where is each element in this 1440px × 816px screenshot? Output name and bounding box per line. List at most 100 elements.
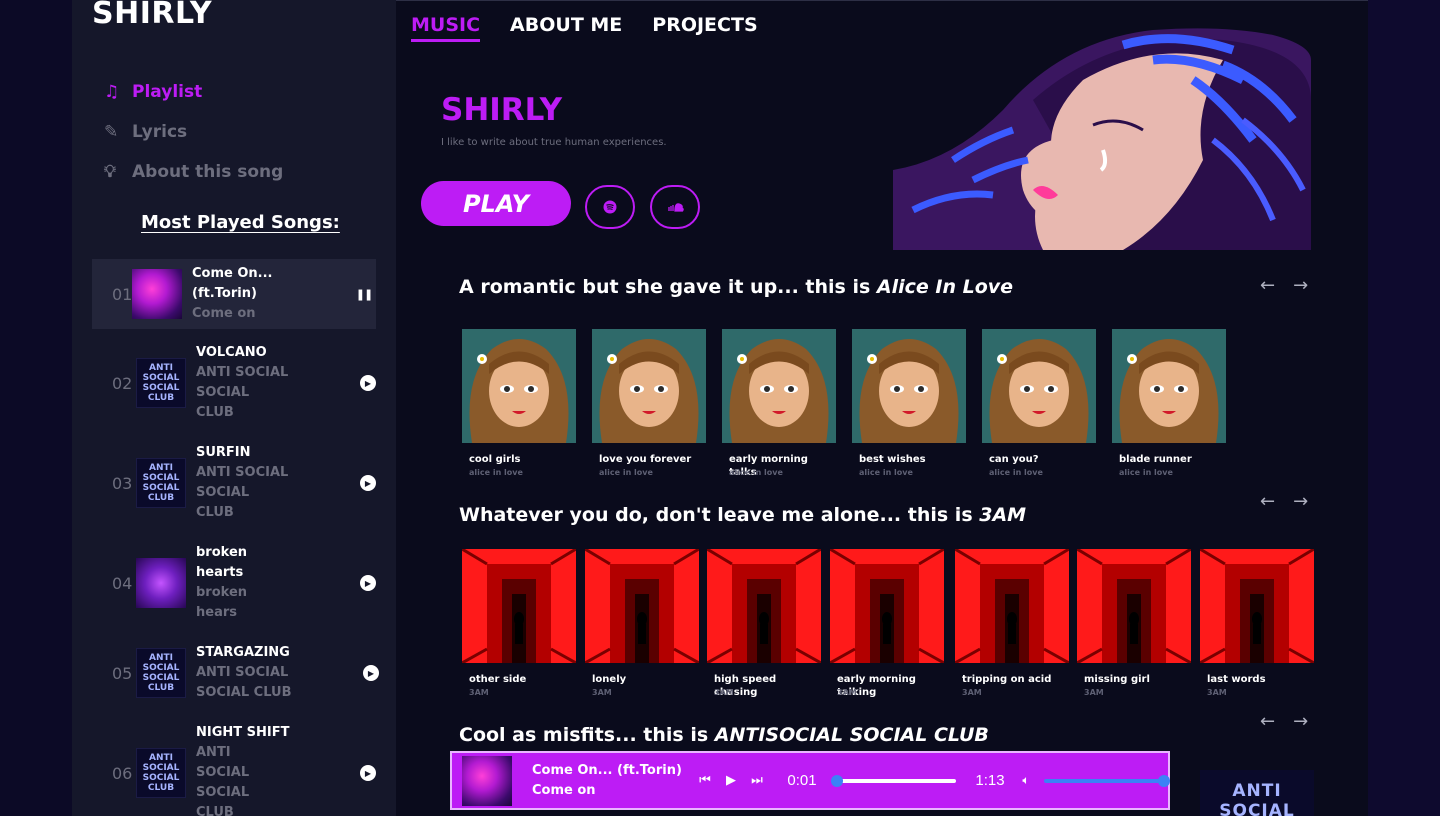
sidebar-item-about-song[interactable]: 💡︎ About this song <box>99 152 283 192</box>
play-icon[interactable]: ▶ <box>360 475 376 491</box>
play-icon[interactable]: ▶ <box>363 665 379 681</box>
lightbulb-icon: 💡︎ <box>104 162 116 182</box>
artist-tagline: I like to write about true human experie… <box>441 137 667 148</box>
arrow-left-icon[interactable]: ← <box>1260 491 1275 512</box>
tab-about-me[interactable]: ABOUT ME <box>510 14 622 42</box>
volume-knob[interactable] <box>1158 774 1170 787</box>
progress-slider[interactable] <box>831 774 956 787</box>
card-title: missing girl <box>1084 674 1150 685</box>
tab-projects[interactable]: PROJECTS <box>652 14 757 42</box>
album-card[interactable]: early morning talks alice in love <box>722 329 836 478</box>
album-cover <box>461 547 577 665</box>
card-subtitle: alice in love <box>859 468 913 477</box>
album-cover <box>829 547 945 665</box>
album-cover <box>954 547 1070 665</box>
song-artist-cont: SOCIAL <box>196 785 250 800</box>
album-card-antisocial[interactable]: ANTI SOCIAL <box>1200 770 1314 816</box>
song-row-01[interactable]: 01 Come On... (ft.Torin) Come on ❚❚ <box>92 259 376 329</box>
volume-slider[interactable] <box>1044 774 1170 787</box>
card-title: other side <box>469 674 527 685</box>
card-subtitle: 3AM <box>962 688 982 697</box>
song-artist: ANTI SOCIAL <box>196 465 289 480</box>
artist-title: SHIRLY <box>441 92 563 128</box>
play-icon[interactable]: ▶ <box>360 575 376 591</box>
skip-forward-icon[interactable]: ⏭︎ <box>744 773 770 788</box>
card-title: early morning talks <box>729 454 808 478</box>
tab-music[interactable]: MUSIC <box>411 14 481 42</box>
album-card[interactable]: cool girls alice in love <box>462 329 576 477</box>
song-artist-cont: SOCIAL <box>196 385 250 400</box>
card-title: lonely <box>592 674 627 685</box>
time-total: 1:13 <box>975 772 1005 789</box>
song-cover <box>132 269 182 319</box>
skip-back-icon[interactable]: ⏮︎ <box>692 773 718 788</box>
card-subtitle: 3AM <box>592 688 612 697</box>
album-card[interactable]: lonely 3AM <box>584 547 700 697</box>
play-icon[interactable]: ▶ <box>360 765 376 781</box>
song-row-06[interactable]: 06 ANTI SOCIAL SOCIAL CLUB NIGHT SHIFT A… <box>92 723 376 816</box>
album-card[interactable]: other side 3AM <box>461 547 577 697</box>
row-title-text: Whatever you do, don't leave me alone...… <box>459 504 980 526</box>
album-cover <box>1076 547 1192 665</box>
album-card[interactable]: high speed chasing 3AM <box>706 547 822 698</box>
album-card[interactable]: best wishes alice in love <box>852 329 966 477</box>
arrow-right-icon[interactable]: → <box>1293 491 1308 512</box>
play-icon[interactable]: ▶ <box>718 773 744 788</box>
arrow-right-icon[interactable]: → <box>1293 711 1308 732</box>
album-card[interactable]: love you forever alice in love <box>592 329 706 477</box>
play-icon[interactable]: ▶ <box>360 375 376 391</box>
song-info: STARGAZING ANTI SOCIAL SOCIAL CLUB <box>196 643 336 703</box>
brand-logo[interactable]: SHIRLY <box>92 0 212 31</box>
album-cover <box>706 547 822 665</box>
album-card[interactable]: last words 3AM <box>1199 547 1315 697</box>
song-artist: ANTI <box>196 745 231 760</box>
sidebar-item-label: Lyrics <box>132 122 188 142</box>
card-subtitle: 3AM <box>837 688 857 697</box>
song-row-02[interactable]: 02 ANTI SOCIAL SOCIAL CLUB VOLCANO ANTI … <box>92 343 376 423</box>
song-artist: Come on <box>192 306 256 321</box>
album-card[interactable]: early morning talking 3AM <box>829 547 945 698</box>
progress-knob[interactable] <box>831 774 844 787</box>
song-info: SURFIN ANTI SOCIAL SOCIAL CLUB <box>196 443 336 523</box>
page-margin-left <box>0 0 72 816</box>
row-title-text: A romantic but she gave it up... this is <box>459 276 877 298</box>
song-info: Come On... (ft.Torin) Come on <box>192 264 332 324</box>
row-title-3am: Whatever you do, don't leave me alone...… <box>459 504 1026 526</box>
cover-text: ANTI SOCIAL SOCIAL CLUB <box>142 363 180 403</box>
song-cover: ANTI SOCIAL SOCIAL CLUB <box>136 748 186 798</box>
card-title: best wishes <box>859 454 926 465</box>
album-card[interactable]: tripping on acid 3AM <box>954 547 1070 697</box>
album-cover <box>592 329 706 443</box>
spotify-button[interactable] <box>585 185 635 229</box>
sidebar: SHIRLY ♫ Playlist ✎ Lyrics 💡︎ About this… <box>72 0 396 816</box>
row-arrows: ← → <box>1260 491 1308 512</box>
song-artist: broken <box>196 585 248 600</box>
card-subtitle: alice in love <box>469 468 523 477</box>
song-row-04[interactable]: 04 broken hearts broken hears ▶ <box>92 543 376 623</box>
arrow-left-icon[interactable]: ← <box>1260 275 1275 296</box>
song-artist-cont: SOCIAL <box>196 765 250 780</box>
hero-illustration <box>893 20 1311 250</box>
now-playing-title: Come On... (ft.Torin) <box>532 762 682 778</box>
arrow-right-icon[interactable]: → <box>1293 275 1308 296</box>
album-cover <box>982 329 1096 443</box>
sidebar-item-playlist[interactable]: ♫ Playlist <box>104 72 283 112</box>
play-button[interactable]: PLAY <box>421 181 571 226</box>
album-card[interactable]: can you? alice in love <box>982 329 1096 477</box>
card-title: cool girls <box>469 454 521 465</box>
volume-icon[interactable]: 🔈︎ <box>1014 773 1038 788</box>
song-artist: ANTI SOCIAL <box>196 365 289 380</box>
album-card[interactable]: blade runner alice in love <box>1112 329 1226 477</box>
card-subtitle: 3AM <box>469 688 489 697</box>
album-cover <box>1112 329 1226 443</box>
album-card[interactable]: missing girl 3AM <box>1076 547 1192 697</box>
song-cover: ANTI SOCIAL SOCIAL CLUB <box>136 648 186 698</box>
song-row-03[interactable]: 03 ANTI SOCIAL SOCIAL CLUB SURFIN ANTI S… <box>92 443 376 523</box>
song-title: Come On... <box>192 266 273 281</box>
song-artist-cont: SOCIAL CLUB <box>196 685 292 700</box>
arrow-left-icon[interactable]: ← <box>1260 711 1275 732</box>
soundcloud-button[interactable] <box>650 185 700 229</box>
pause-icon[interactable]: ❚❚ <box>356 286 373 302</box>
song-row-05[interactable]: 05 ANTI SOCIAL SOCIAL CLUB STARGAZING AN… <box>92 643 379 703</box>
sidebar-item-lyrics[interactable]: ✎ Lyrics <box>104 112 283 152</box>
